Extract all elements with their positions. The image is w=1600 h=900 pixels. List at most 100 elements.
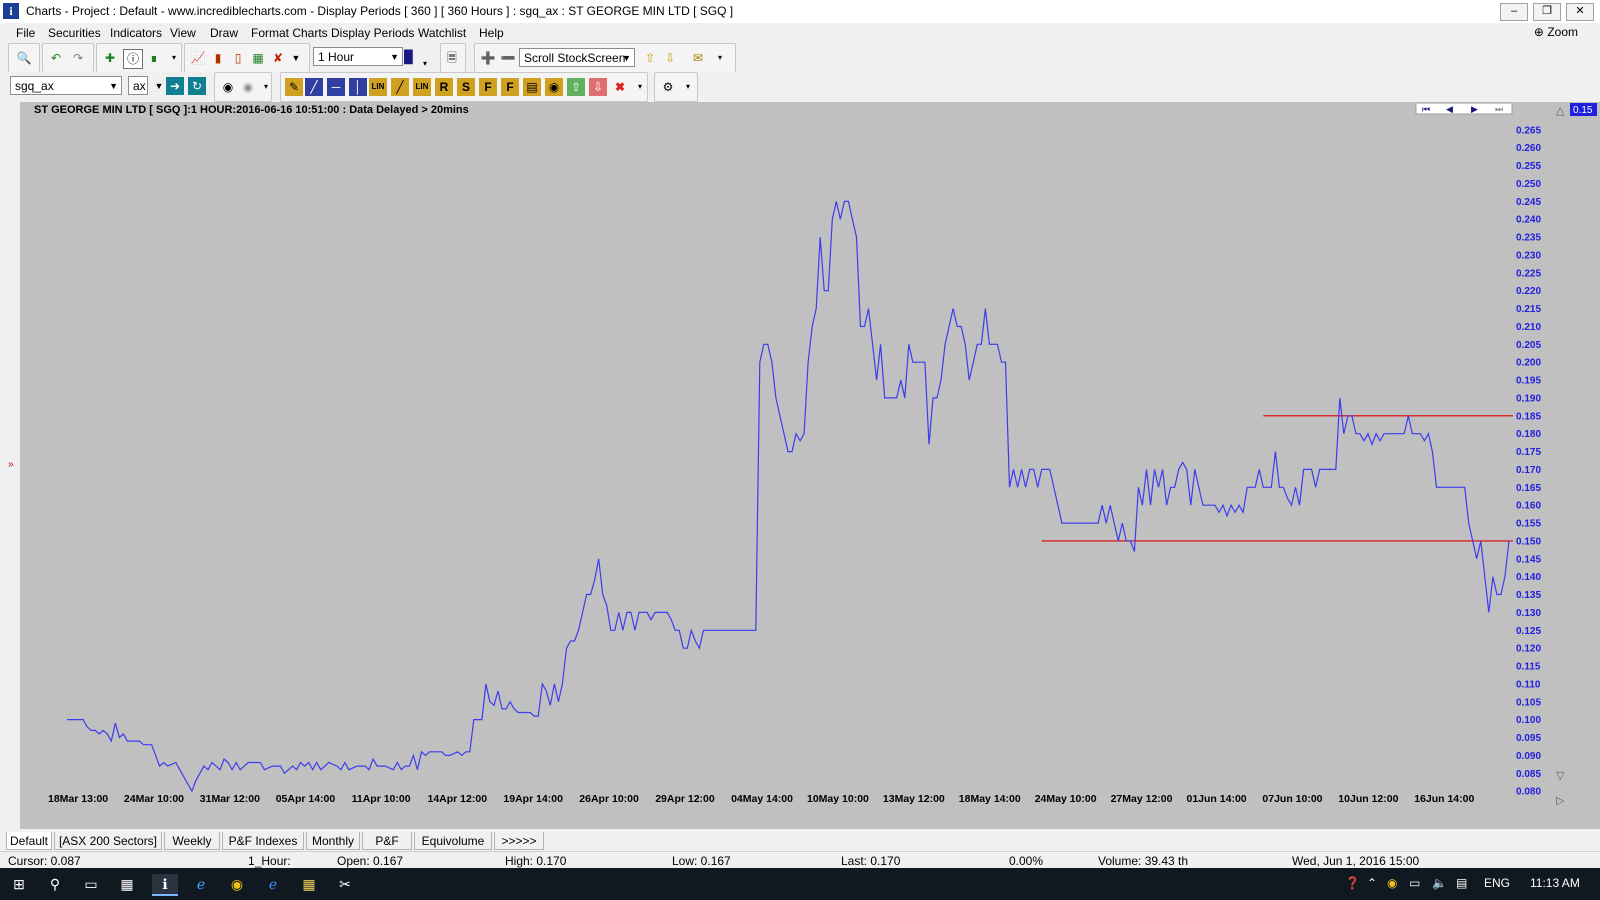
log-regression-icon[interactable]: LIN [413,78,431,96]
scroll-right-icon[interactable]: ▷ [1556,794,1565,807]
delete-icon[interactable]: ✖ [611,78,629,96]
info-icon[interactable]: ⓘ [123,49,143,69]
magnifier-icon[interactable]: 🔍 [15,49,33,67]
notification-icon[interactable]: ▤ [1456,876,1467,890]
menu-securities[interactable]: Securities [48,26,101,40]
group-overflow-icon-2[interactable]: ▾ [416,55,434,73]
edge-icon[interactable]: ℯ [262,874,284,894]
windows-start-icon[interactable]: ⊞ [8,874,30,894]
language-indicator[interactable]: ENG [1484,876,1510,890]
pencil-icon[interactable]: ✎ [285,78,303,96]
minimize-button[interactable]: – [1500,3,1528,21]
settings-icon[interactable]: ⚙ [659,78,677,96]
tab-equivolume[interactable]: Equivolume [414,832,492,850]
help-icon[interactable]: ❓ [1345,876,1360,890]
tab-pf-indexes[interactable]: P&F Indexes [222,832,304,850]
menu-display-periods[interactable]: Display Periods [331,26,414,40]
buy-arrow-icon[interactable]: ⇧ [567,78,585,96]
chevron-down-icon-2: ▼ [622,53,631,63]
sell-arrow-icon[interactable]: ⇩ [589,78,607,96]
menu-indicators[interactable]: Indicators [110,26,162,40]
line-chart-icon[interactable]: 📈 [189,49,207,67]
task-view-icon[interactable]: ▭ [80,874,102,894]
menu-draw[interactable]: Draw [210,26,238,40]
last-page-icon[interactable]: ⏭ [1495,105,1503,115]
group-overflow-icon-6[interactable]: ▾ [679,78,697,96]
incrediblecharts-app-icon[interactable]: ℹ [152,874,178,896]
horizontal-line-icon[interactable]: ─ [327,78,345,96]
tab-asx-200-sectors[interactable]: [ASX 200 Sectors] [54,832,162,850]
scale-down-icon[interactable]: ▽ [1556,769,1565,782]
scale-up-icon[interactable]: △ [1556,104,1565,117]
zoom-button[interactable]: ⊕ Zoom [1534,25,1578,39]
chart-view-icon[interactable]: ∎ [145,49,163,67]
tab-monthly[interactable]: Monthly [306,832,360,850]
first-page-icon[interactable]: ⏮ [1422,105,1430,115]
tab-default[interactable]: Default [6,832,52,850]
menu-watchlist[interactable]: Watchlist [418,26,466,40]
remove-security-icon[interactable]: ➖ [499,49,517,67]
fibonacci-fan-icon[interactable]: F [501,78,519,96]
close-button[interactable]: ✕ [1566,3,1594,21]
file-explorer-icon[interactable]: ▦ [298,874,320,894]
calculator-icon[interactable]: ▦ [116,874,138,894]
price-chart[interactable]: ST GEORGE MIN LTD [ SGQ ]:1 HOUR:2016-06… [20,102,1600,829]
menu-view[interactable]: View [170,26,196,40]
scroll-select[interactable]: Scroll StockScreen ▼ [519,48,635,67]
binoculars-next-icon[interactable]: ◉ [239,78,257,96]
maximize-button[interactable]: ❐ [1533,3,1561,21]
binoculars-icon[interactable]: ◉ [219,78,237,96]
mail-icon[interactable]: ✉ [689,49,707,67]
circle-icon[interactable]: ◉ [545,78,563,96]
linear-regression-icon[interactable]: LIN [369,78,387,96]
chart-type-dropdown-icon[interactable]: ▼ [287,49,305,67]
exchange-select[interactable]: ax [128,76,148,95]
vertical-line-icon[interactable]: │ [349,78,367,96]
internet-explorer-icon[interactable]: ℯ [190,874,212,894]
tab-more[interactable]: >>>>> [494,832,544,850]
tray-expand-icon[interactable]: ⌃ [1367,876,1377,890]
tray-app-icon[interactable]: ◉ [1387,876,1397,890]
group-overflow-icon-4[interactable]: ▾ [257,78,275,96]
refresh-icon[interactable]: ↻ [188,77,206,95]
clock[interactable]: 11:13 AM [1530,876,1580,890]
app-icon[interactable]: i [3,3,19,19]
period-select[interactable]: 1 Hour ▼ [313,47,403,66]
text-note-icon[interactable]: ▤ [523,78,541,96]
y-tick-label: 0.125 [1516,626,1541,637]
group-overflow-icon[interactable]: ▾ [165,49,183,67]
trendline-icon[interactable]: ╱ [305,78,323,96]
menu-file[interactable]: File [16,26,35,40]
search-icon[interactable]: ⚲ [44,874,66,894]
tab-weekly[interactable]: Weekly [164,832,220,850]
group-overflow-icon-3[interactable]: ▾ [711,49,729,67]
support-icon[interactable]: S [457,78,475,96]
channel-icon[interactable]: ╱ [391,78,409,96]
add-security-icon[interactable]: ➕ [479,49,497,67]
expand-panel-icon[interactable]: » [8,459,14,470]
resistance-icon[interactable]: R [435,78,453,96]
symbol-input[interactable]: sgq_ax ▼ [10,76,122,95]
bar-chart-icon[interactable]: ▮ [209,49,227,67]
snipping-tool-icon[interactable]: ✂ [334,874,356,894]
tab-pf[interactable]: P&F [362,832,412,850]
equivolume-icon[interactable]: ▦ [249,49,267,67]
chrome-icon[interactable]: ◉ [226,874,248,894]
menu-help[interactable]: Help [479,26,504,40]
go-icon[interactable]: ➜ [166,77,184,95]
crosshair-icon[interactable]: ✚ [101,49,119,67]
menu-format-charts[interactable]: Format Charts [251,26,328,40]
point-figure-icon[interactable]: ✘ [269,49,287,67]
group-overflow-icon-5[interactable]: ▾ [631,78,649,96]
arrow-down-icon[interactable]: ⇩ [661,49,679,67]
network-icon[interactable]: ▭ [1409,876,1420,890]
print-preview-icon[interactable]: 🗏 [443,49,461,67]
previous-page-icon[interactable]: ◀ [1446,105,1453,115]
redo-icon[interactable]: ↷ [69,49,87,67]
volume-icon[interactable]: 🔈 [1432,876,1447,890]
arrow-up-icon[interactable]: ⇧ [641,49,659,67]
candlestick-icon[interactable]: ▯ [229,49,247,67]
undo-icon[interactable]: ↶ [47,49,65,67]
fibonacci-icon[interactable]: F [479,78,497,96]
next-page-icon[interactable]: ▶ [1471,105,1478,115]
